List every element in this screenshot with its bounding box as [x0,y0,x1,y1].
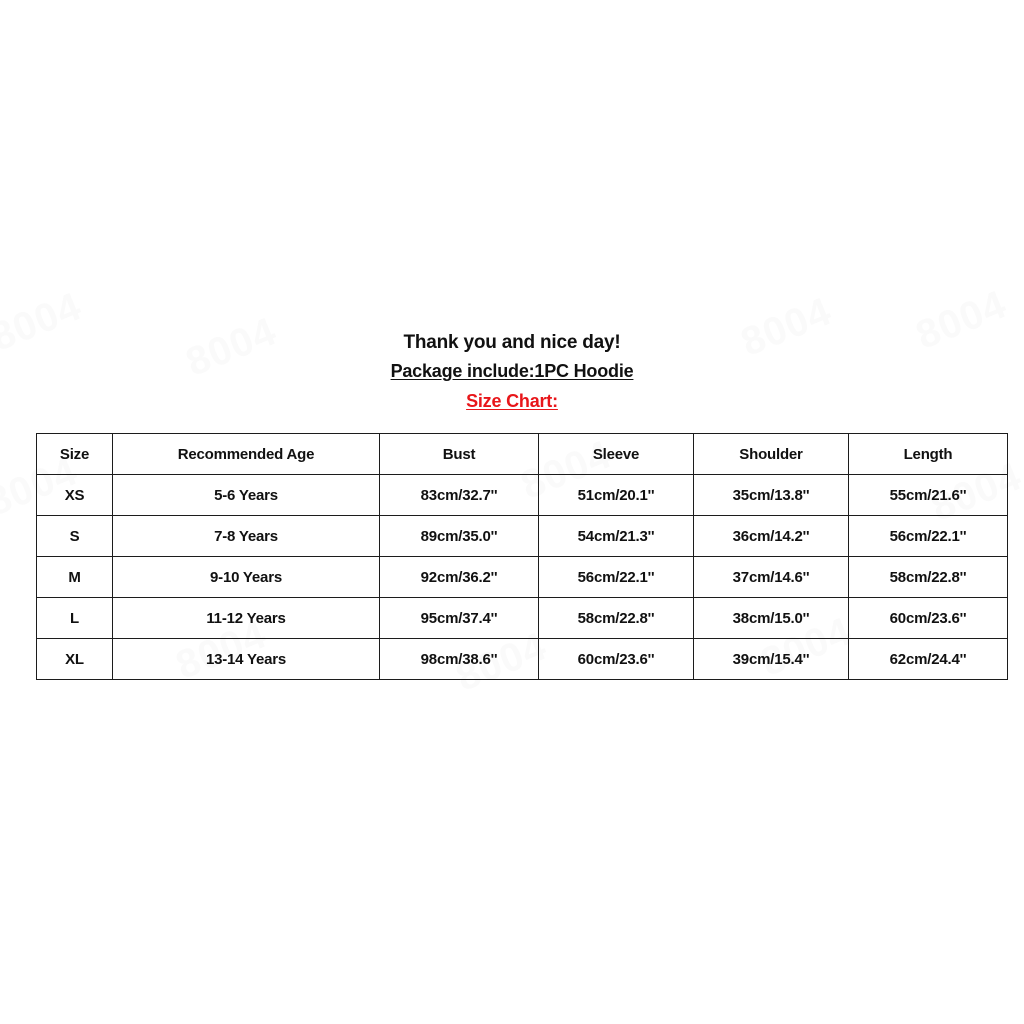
table-row: S 7-8 Years 89cm/35.0'' 54cm/21.3'' 36cm… [36,515,1008,557]
cell-size: L [36,597,113,639]
cell-bust: 98cm/38.6'' [379,638,539,680]
cell-shoulder: 35cm/13.8'' [693,474,849,516]
cell-sleeve: 58cm/22.8'' [538,597,694,639]
cell-age: 9-10 Years [112,556,380,598]
cell-age: 13-14 Years [112,638,380,680]
column-header-length: Length [848,433,1008,475]
cell-bust: 92cm/36.2'' [379,556,539,598]
table-header-row: Size Recommended Age Bust Sleeve Shoulde… [36,433,1008,475]
cell-size: XS [36,474,113,516]
cell-age: 5-6 Years [112,474,380,516]
cell-bust: 83cm/32.7'' [379,474,539,516]
thank-you-line: Thank you and nice day! [403,332,621,353]
column-header-shoulder: Shoulder [693,433,849,475]
cell-size: XL [36,638,113,680]
cell-age: 7-8 Years [112,515,380,557]
cell-size: S [36,515,113,557]
cell-length: 58cm/22.8'' [848,556,1008,598]
cell-sleeve: 54cm/21.3'' [538,515,694,557]
cell-length: 56cm/22.1'' [848,515,1008,557]
cell-length: 60cm/23.6'' [848,597,1008,639]
size-chart-table: Size Recommended Age Bust Sleeve Shoulde… [36,433,1008,680]
table-row: XL 13-14 Years 98cm/38.6'' 60cm/23.6'' 3… [36,638,1008,680]
column-header-bust: Bust [379,433,539,475]
cell-shoulder: 37cm/14.6'' [693,556,849,598]
table-row: M 9-10 Years 92cm/36.2'' 56cm/22.1'' 37c… [36,556,1008,598]
table-row: XS 5-6 Years 83cm/32.7'' 51cm/20.1'' 35c… [36,474,1008,516]
cell-bust: 89cm/35.0'' [379,515,539,557]
size-chart-label: Size Chart: [466,391,558,411]
package-include-line: Package include:1PC Hoodie [390,361,634,381]
cell-sleeve: 60cm/23.6'' [538,638,694,680]
column-header-sleeve: Sleeve [538,433,694,475]
cell-shoulder: 38cm/15.0'' [693,597,849,639]
cell-shoulder: 36cm/14.2'' [693,515,849,557]
cell-size: M [36,556,113,598]
cell-length: 62cm/24.4'' [848,638,1008,680]
heading-block: Thank you and nice day! Package include:… [0,330,1024,416]
column-header-age: Recommended Age [112,433,380,475]
cell-sleeve: 51cm/20.1'' [538,474,694,516]
table-row: L 11-12 Years 95cm/37.4'' 58cm/22.8'' 38… [36,597,1008,639]
cell-age: 11-12 Years [112,597,380,639]
cell-bust: 95cm/37.4'' [379,597,539,639]
cell-length: 55cm/21.6'' [848,474,1008,516]
column-header-size: Size [36,433,113,475]
cell-sleeve: 56cm/22.1'' [538,556,694,598]
cell-shoulder: 39cm/15.4'' [693,638,849,680]
